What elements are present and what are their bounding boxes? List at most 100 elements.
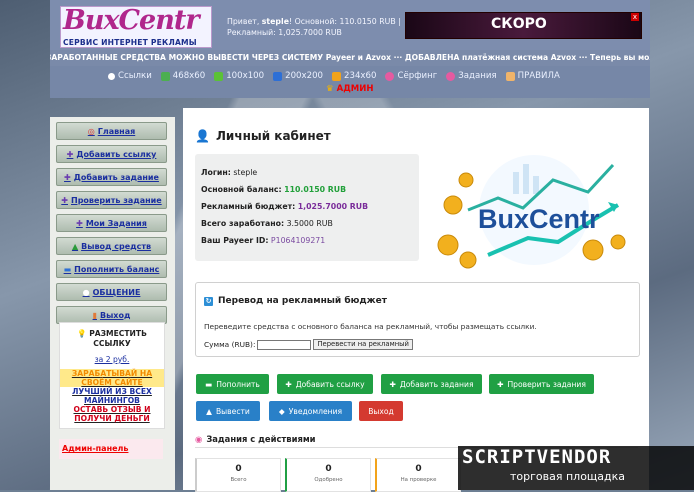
sidebar-item-label: Добавить задание [73, 172, 159, 182]
illustration-bar [533, 176, 539, 194]
sum-label: Сумма (RUB): [204, 340, 256, 349]
transfer-button[interactable]: Перевести на рекламный [313, 339, 413, 350]
promo-links: ЗАРАБАТЫВАЙ НА СВОЁМ САЙТЕ ЛУЧШИЙ ИЗ ВСЕ… [60, 369, 164, 423]
logo-subtitle: СЕРВИС ИНТЕРНЕТ РЕКЛАМЫ [63, 38, 197, 47]
stat-label: Одобрено [314, 477, 343, 483]
image-icon [160, 71, 170, 81]
nav-surfing[interactable]: Сёрфинг [385, 71, 437, 81]
info-label: Основной баланс: [201, 185, 282, 194]
add-task-button[interactable]: ✚ Добавить задания [381, 374, 482, 394]
banner-close-icon[interactable]: x [630, 13, 639, 21]
transfer-title: ↻ Перевод на рекламный бюджет [204, 296, 387, 306]
chat-icon: ● [82, 287, 90, 297]
nav-label: ПРАВИЛА [517, 71, 560, 81]
plus-icon: ✚ [61, 195, 68, 205]
site-header: BuxCentr СЕРВИС ИНТЕРНЕТ РЕКЛАМЫ Привет,… [50, 0, 650, 50]
earned-row: Всего заработано: 3.5000 RUB [201, 219, 333, 228]
login-row: Логин: steple [201, 168, 257, 177]
illustration-bar [513, 172, 519, 194]
page-title-text: Личный кабинет [215, 129, 331, 143]
plus-icon: ✚ [497, 379, 504, 389]
sidebar-item-home[interactable]: ◎ Главная [56, 122, 167, 140]
sidebar-item-add-link[interactable]: ✚ Добавить ссылку [56, 145, 167, 163]
sidebar-item-label: Главная [97, 126, 136, 136]
nav-label: 234x60 [344, 71, 377, 81]
admin-panel-link[interactable]: Админ-панель [59, 439, 163, 459]
info-label: Логин: [201, 168, 231, 177]
coin-icon [459, 251, 477, 269]
nav-200x200[interactable]: 200x200 [273, 71, 323, 81]
sidebar-item-withdraw[interactable]: ▲ Вывод средств [56, 237, 167, 255]
coin-icon [610, 234, 626, 250]
nav-468x60[interactable]: 468x60 [160, 71, 205, 81]
sidebar-item-label: Мои Задания [85, 218, 147, 228]
nav-label: 200x200 [285, 71, 324, 81]
nav-rules[interactable]: ПРАВИЛА [505, 71, 560, 81]
plus-icon: ✚ [285, 379, 292, 389]
add-link-button[interactable]: ✚ Добавить ссылку [277, 374, 373, 394]
sidebar-item-add-task[interactable]: ✚ Добавить задание [56, 168, 167, 186]
deposit-button[interactable]: ▬ Пополнить [196, 374, 269, 394]
nav-label: Задания [458, 71, 497, 81]
site-logo[interactable]: BuxCentr СЕРВИС ИНТЕРНЕТ РЕКЛАМЫ [60, 5, 212, 48]
square-icon [332, 71, 342, 81]
withdraw-button[interactable]: ▲ Вывести [196, 401, 260, 421]
promo-link[interactable]: СВОЁМ САЙТЕ [60, 378, 164, 387]
sidebar-item-check-task[interactable]: ✚ Проверить задание [56, 191, 167, 209]
logout-button[interactable]: Выход [359, 401, 403, 421]
sidebar-item-chat[interactable]: ● ОБЩЕНИЕ [56, 283, 167, 301]
surf-icon [385, 71, 395, 81]
nav-100x100[interactable]: 100x100 [214, 71, 264, 81]
button-label: Пополнить [216, 379, 260, 389]
promo-link[interactable]: МАЙНИНГОВ [60, 396, 164, 405]
user-balance-info: Привет, steple! Основной: 110.0150 RUB |… [227, 16, 401, 38]
payeer-row: Ваш Payeer ID: P1064109271 [201, 236, 325, 245]
watermark-title: SCRIPTVENDOR [462, 446, 612, 468]
balance-value: 110.0150 RUB [284, 185, 347, 194]
tasks-icon [446, 71, 456, 81]
ad-budget-value: 1,025.7000 RUB [297, 202, 369, 211]
square-icon [273, 71, 283, 81]
minus-icon: ▬ [205, 379, 213, 389]
notifications-button[interactable]: ◆ Уведомления [269, 401, 352, 421]
promo-link[interactable]: ПОЛУЧИ ДЕНЬГИ [60, 414, 164, 423]
button-label: Выход [368, 406, 394, 416]
button-label: Добавить задания [399, 379, 474, 389]
user-icon: 👤 [195, 129, 210, 143]
check-task-button[interactable]: ✚ Проверить задания [489, 374, 594, 394]
account-info: Логин: steple Основной баланс: 110.0150 … [195, 154, 419, 261]
watermark: SCRIPTVENDOR торговая площадка [458, 446, 694, 490]
sum-input[interactable] [257, 339, 312, 350]
home-icon: ◎ [87, 126, 95, 136]
stat-label: Всего [230, 477, 247, 483]
info-label: Всего заработано: [201, 219, 285, 228]
coin-icon [437, 234, 459, 256]
promo-link[interactable]: ЛУЧШИЙ ИЗ ВСЕХ [60, 387, 164, 396]
promo-link[interactable]: ОСТАВЬ ОТЗЫВ И [60, 405, 164, 414]
transfer-panel: ↻ Перевод на рекламный бюджет Переведите… [195, 282, 640, 357]
plus-icon: ✚ [66, 149, 74, 159]
button-label: Вывести [215, 406, 250, 416]
nav-links[interactable]: Ссылки [108, 71, 152, 81]
nav-admin[interactable]: ♛ АДМИН [326, 84, 373, 94]
stat-label: На проверке [400, 477, 437, 483]
promo-link[interactable]: ЗАРАБАТЫВАЙ НА [60, 369, 164, 378]
stat-card-total: 0 Всего [195, 458, 281, 492]
sidebar-item-label: Добавить ссылку [76, 149, 157, 159]
target-icon: ◉ [195, 434, 203, 444]
username: steple [261, 17, 289, 26]
button-label: Уведомления [288, 406, 343, 416]
crown-icon: ♛ [326, 84, 334, 94]
bell-icon: ◆ [278, 406, 285, 416]
nav-234x60[interactable]: 234x60 [332, 71, 376, 81]
plus-icon: ✚ [64, 172, 71, 182]
stat-card-pending: 0 На проверке [375, 458, 461, 492]
sidebar-item-my-tasks[interactable]: ✚ Мои Задания [56, 214, 167, 232]
sidebar-item-deposit[interactable]: ▬ Пополнить баланс [56, 260, 167, 278]
ad-budget-row: Рекламный бюджет: 1,025.7000 RUB [201, 202, 368, 211]
nav-tasks[interactable]: Задания [446, 71, 497, 81]
ad-banner[interactable]: СКОРО x [405, 12, 642, 39]
promo-title-text: РАЗМЕСТИТЬ ССЫЛКУ [89, 329, 147, 348]
stat-card-approved: 0 Одобрено [285, 458, 371, 492]
promo-price-link[interactable]: за 2 руб. [60, 355, 164, 364]
